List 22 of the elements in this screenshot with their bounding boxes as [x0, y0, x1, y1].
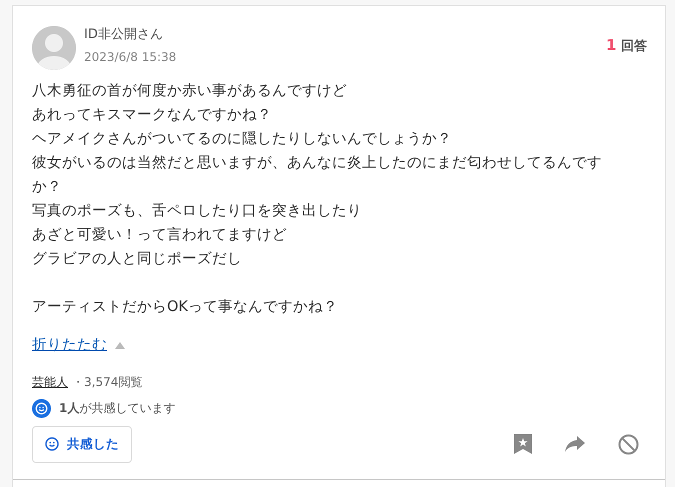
category-link[interactable]: 芸能人	[32, 372, 68, 391]
question-text-line: 彼女がいるのは当然だと思いますが、あんなに炎上したのにまだ匂わせしてるんですか？	[32, 154, 603, 197]
question-text-line: あざと可愛い！って言われてますけど	[32, 226, 288, 245]
question-text-line: ヘアメイクさんがついてるのに隠したりしないんでしょうか？	[32, 130, 453, 149]
collapse-link[interactable]: 折りたたむ	[32, 335, 107, 357]
post-date: 2023/6/8 15:38	[84, 49, 176, 66]
empathy-button[interactable]: 共感した	[32, 426, 132, 462]
user-name: ID非公開さん	[84, 26, 164, 44]
question-text-line: アーティストだからOKって事なんですかね？	[32, 298, 339, 317]
avatar-icon	[32, 26, 76, 70]
share-icon[interactable]	[565, 436, 585, 452]
bookmark-icon[interactable]	[514, 434, 532, 454]
question-text-line: あれってキスマークなんですかね？	[32, 106, 273, 125]
question-text-line: 八木勇征の首が何度か赤い事があるんですけど	[32, 82, 348, 101]
answer-count[interactable]: 1 回答	[606, 34, 647, 56]
smile-icon	[32, 398, 51, 418]
question-text-line: 写真のポーズも、舌ペロしたり口を突き出したり	[32, 202, 363, 221]
block-icon[interactable]	[618, 434, 639, 455]
empathy-count: 1人が共感しています	[59, 400, 176, 418]
view-count: ・3,574閲覧	[72, 374, 142, 391]
question-text-line: グラビアの人と同じポーズだし	[32, 250, 243, 269]
smile-icon	[45, 437, 59, 452]
